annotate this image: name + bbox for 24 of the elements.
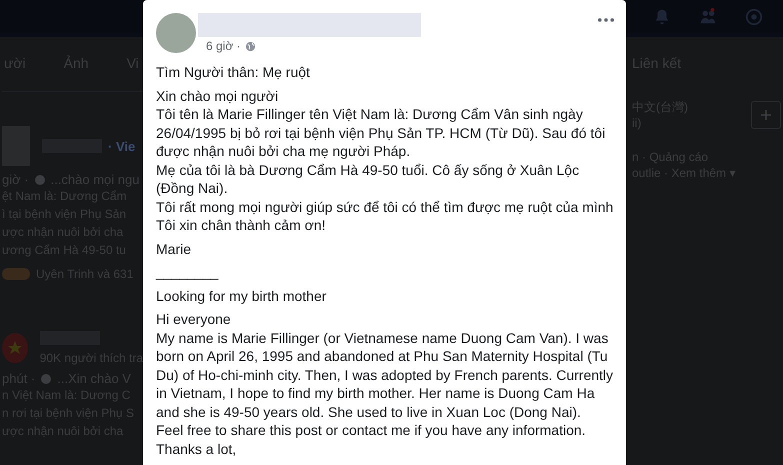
- help-icon[interactable]: [745, 8, 763, 26]
- post-text: Tìm Người thân: Mẹ ruột: [156, 63, 311, 82]
- post-text: Marie: [156, 240, 192, 258]
- post-text: Hi everyone: [156, 310, 232, 328]
- post-text: ________: [156, 263, 220, 282]
- post-text: My name is Marie Fillinger (or Vietnamese name Duong Cam Van). I was born on April 26, 1995 and abandoned at Phu San Maternity Hospital (Tu Du) of Ho-chi-minh city. Then, I was adopted by French parents. Currently in Vietnam, I hope to find my birth mother. Her name is Duong Cam Ha and she is 49-50 years old. She used to live in Xuan Loc (Dong Nai).: [156, 328, 614, 421]
- bell-icon[interactable]: [653, 8, 671, 26]
- post-text: Thanks a lot,: [156, 440, 238, 458]
- post-text: Tôi tên là Marie Fillinger tên Việt Nam là: Dương Cẩm Vân sinh ngày 26/04/1995 bị bỏ rơi tại bệnh viện Phụ Sản TP. HCM (Từ Dũ). Sau đó tôi được nhận nuôi bởi cha mẹ người Pháp.: [156, 105, 606, 160]
- post-text: Tôi xin chân thành cảm ơn!: [156, 216, 326, 234]
- flag-avatar: [2, 333, 28, 363]
- post-text: Mẹ của tôi là bà Dương Cẩm Hà 49-50 tuổi. Cô ấy sống ở Xuân Lộc (Đồng Nai).: [156, 160, 580, 198]
- post-text: Xin chào mọi người: [156, 86, 280, 105]
- post-text: Looking for my birth mother: [156, 286, 328, 305]
- reaction-icons: [2, 268, 30, 280]
- avatar: [156, 13, 196, 53]
- page-name[interactable]: · Vie: [108, 138, 136, 154]
- post-text: Feel free to share this post or contact me if you have any information.: [156, 421, 587, 440]
- plus-icon: [761, 110, 771, 120]
- people-icon[interactable]: [699, 8, 717, 26]
- add-button[interactable]: [751, 101, 781, 129]
- post-text: Tôi rất mong mọi người giúp sức để tôi có thể tìm được mẹ ruột của mình: [156, 198, 614, 216]
- more-options-icon[interactable]: [598, 18, 614, 22]
- post-time[interactable]: 6 giờ ·: [206, 39, 241, 53]
